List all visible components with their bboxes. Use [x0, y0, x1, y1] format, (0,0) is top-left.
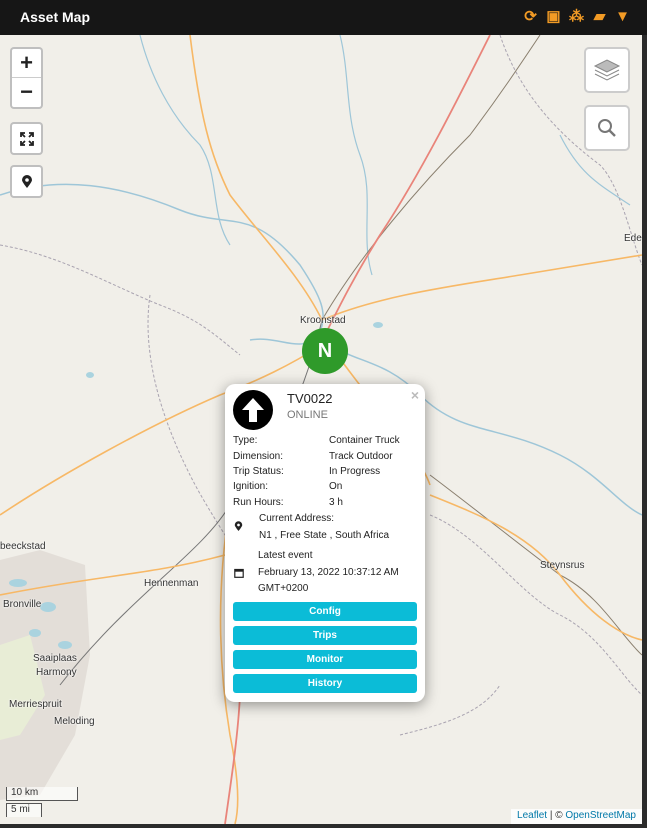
detail-value: On	[329, 481, 343, 493]
detail-row: Trip Status: In Progress	[233, 464, 419, 479]
fullscreen-button[interactable]	[10, 122, 43, 155]
box-icon[interactable]: ▣	[545, 8, 562, 25]
boxes-icon[interactable]: ⁂	[568, 8, 585, 25]
place-label: Ede	[624, 233, 642, 244]
asset-popup: × TV0022 ONLINE Type: Container Truck Di…	[225, 384, 425, 702]
asset-details: Type: Container Truck Dimension: Track O…	[233, 433, 419, 510]
scale-km: 10 km	[6, 787, 78, 801]
monitor-button[interactable]: Monitor	[233, 650, 417, 669]
truck-icon[interactable]: ▰	[591, 8, 608, 25]
detail-label: Trip Status:	[233, 465, 284, 477]
detail-value: Track Outdoor	[329, 450, 393, 462]
history-button[interactable]: History	[233, 674, 417, 693]
place-label: Steynsrus	[540, 560, 585, 571]
close-icon[interactable]: ×	[411, 387, 419, 403]
layers-icon	[593, 59, 621, 81]
detail-row: Run Hours: 3 h	[233, 495, 419, 510]
address-value: N1 , Free State , South Africa	[259, 530, 390, 541]
app-header: Asset Map ⟳ ▣ ⁂ ▰ ▼	[0, 0, 647, 35]
leaflet-link[interactable]: Leaflet	[517, 810, 547, 821]
event-timezone: GMT+0200	[258, 583, 309, 594]
calendar-icon	[234, 568, 244, 581]
detail-label: Run Hours:	[233, 496, 284, 508]
fullscreen-icon	[19, 131, 34, 146]
scale-mi: 5 mi	[6, 803, 42, 817]
map-pin-icon	[21, 174, 32, 188]
direction-arrow-icon	[233, 390, 273, 430]
detail-row: Dimension: Track Outdoor	[233, 448, 419, 463]
layers-button[interactable]	[584, 47, 630, 93]
page-title: Asset Map	[20, 9, 91, 25]
refresh-icon[interactable]: ⟳	[522, 8, 539, 25]
search-icon	[598, 119, 616, 137]
detail-label: Type:	[233, 435, 258, 447]
osm-link[interactable]: OpenStreetMap	[565, 810, 636, 821]
location-pin-icon	[234, 521, 243, 535]
place-label: Merriespruit	[9, 699, 62, 710]
locate-button[interactable]	[10, 165, 43, 198]
address-label: Current Address:	[259, 513, 335, 524]
place-label: Bronville	[3, 599, 42, 610]
map-attribution: Leaflet | © OpenStreetMap	[511, 809, 642, 824]
place-label: Hennenman	[144, 578, 199, 589]
detail-label: Dimension:	[233, 450, 284, 462]
detail-label: Ignition:	[233, 481, 269, 493]
zoom-control: + −	[10, 47, 43, 109]
map-canvas[interactable]: + − Kroonstad Hennenman Steynsrus Bronvi…	[0, 35, 642, 824]
detail-value: 3 h	[329, 496, 343, 508]
config-button[interactable]: Config	[233, 602, 417, 621]
detail-value: Container Truck	[329, 435, 400, 447]
window-edge	[642, 35, 647, 828]
place-label: Harmony	[36, 667, 77, 678]
attribution-separator: | ©	[547, 810, 566, 821]
place-label: Meloding	[54, 716, 95, 727]
header-toolbar: ⟳ ▣ ⁂ ▰ ▼	[522, 8, 631, 25]
asset-marker[interactable]: N	[302, 328, 348, 374]
map-search-button[interactable]	[584, 105, 630, 151]
place-label: Kroonstad	[300, 315, 346, 326]
event-date: February 13, 2022 10:37:12 AM	[258, 567, 399, 578]
detail-value: In Progress	[329, 465, 381, 477]
zoom-in-button[interactable]: +	[12, 49, 41, 78]
asset-id: TV0022	[287, 391, 333, 406]
detail-row: Ignition: On	[233, 479, 419, 494]
zoom-out-button[interactable]: −	[12, 78, 41, 107]
trips-button[interactable]: Trips	[233, 626, 417, 645]
filter-icon[interactable]: ▼	[614, 8, 631, 25]
place-label: Saaiplaas	[33, 653, 77, 664]
latest-event-label: Latest event	[258, 550, 313, 561]
status-badge: ONLINE	[287, 409, 328, 421]
detail-row: Type: Container Truck	[233, 433, 419, 448]
place-label: beeckstad	[0, 541, 46, 552]
